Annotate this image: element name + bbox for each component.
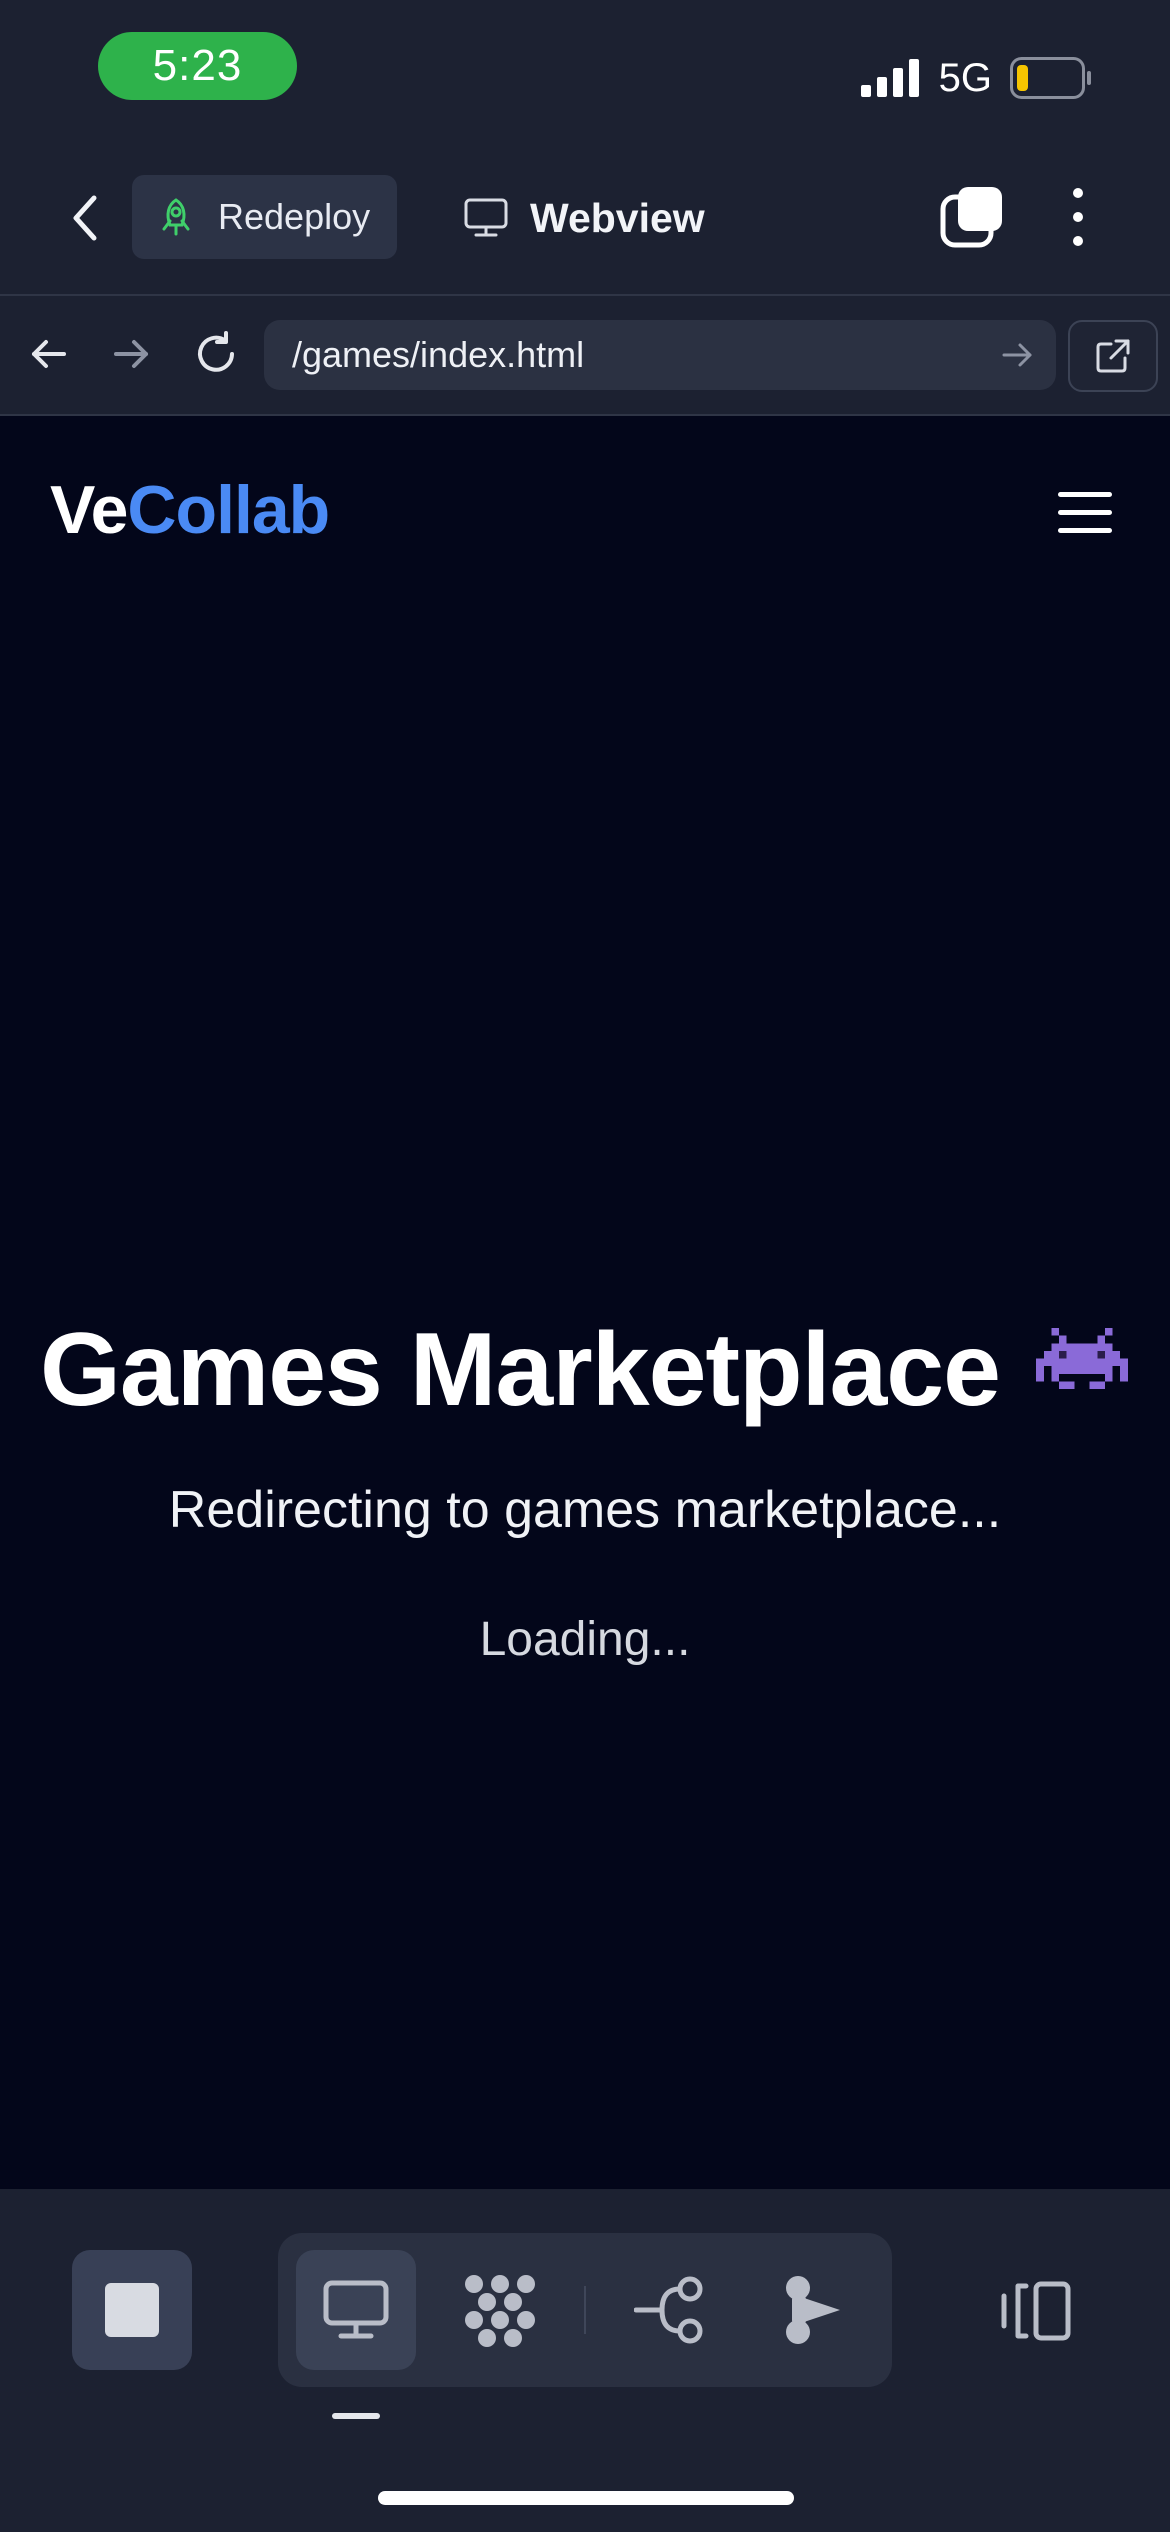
active-tab-indicator — [332, 2413, 380, 2419]
hamburger-menu-icon[interactable] — [1056, 490, 1114, 536]
status-time: 5:23 — [98, 32, 297, 100]
external-link-icon — [1096, 339, 1130, 373]
redeploy-button[interactable]: Redeploy — [132, 175, 397, 259]
brand-collab: Collab — [127, 472, 330, 548]
stop-icon — [105, 2283, 159, 2337]
tab-webview[interactable]: Webview — [464, 190, 705, 246]
go-arrow-icon[interactable] — [998, 336, 1036, 374]
reload-icon[interactable] — [192, 330, 240, 378]
webview-view-button[interactable] — [296, 2250, 416, 2370]
grid-view-button[interactable] — [440, 2250, 560, 2370]
url-input[interactable]: /games/index.html — [264, 320, 1056, 390]
monitor-icon — [323, 2280, 389, 2339]
url-text: /games/index.html — [292, 334, 585, 375]
grid-dots-icon — [465, 2275, 535, 2347]
signal-icon — [860, 59, 919, 97]
windows-icon[interactable] — [940, 185, 1004, 249]
loading-text: Loading... — [479, 1613, 691, 1666]
monitor-icon — [464, 198, 508, 237]
agent-icon — [786, 2276, 840, 2344]
back-button[interactable] — [62, 188, 108, 248]
network-label: 5G — [938, 55, 992, 100]
stop-button[interactable] — [72, 2250, 192, 2370]
rocket-icon — [162, 198, 190, 236]
webview-content — [0, 416, 1170, 2189]
status-indicators: 5G — [860, 50, 1092, 106]
redeploy-label: Redeploy — [218, 196, 371, 237]
toolbar-divider — [584, 2286, 586, 2334]
panel-toggle-button[interactable] — [1000, 2280, 1072, 2342]
git-branch-icon — [634, 2276, 703, 2344]
redirect-message: Redirecting to games marketplace... — [168, 1481, 1002, 1539]
alien-monster-icon — [1036, 1328, 1128, 1390]
browser-forward-icon[interactable] — [108, 330, 156, 378]
open-external-button[interactable] — [1068, 320, 1158, 392]
headline-text: Games Marketplace — [40, 1311, 1001, 1428]
panel-toggle-icon — [1001, 2281, 1071, 2341]
brand-ve: Ve — [50, 472, 128, 548]
battery-icon — [1010, 57, 1091, 99]
browser-back-icon[interactable] — [24, 330, 72, 378]
page-title: Games Marketplace — [0, 1310, 1170, 1430]
agent-view-button[interactable] — [754, 2250, 874, 2370]
brand-logo[interactable]: VeCollab — [50, 470, 330, 550]
home-indicator — [378, 2491, 794, 2505]
more-options-icon[interactable] — [1062, 185, 1094, 249]
git-view-button[interactable] — [610, 2250, 730, 2370]
webview-label: Webview — [530, 194, 705, 241]
